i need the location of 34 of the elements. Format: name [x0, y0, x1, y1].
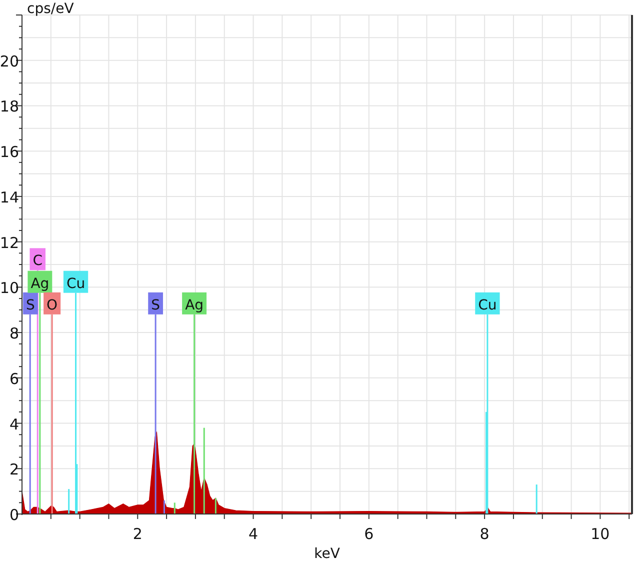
axis-tick-label: 0	[9, 506, 19, 524]
element-label: S	[23, 292, 38, 314]
annotation: Cu	[478, 297, 497, 314]
axis-tick-label: 2	[9, 460, 19, 479]
axis-tick-label: 2	[132, 525, 142, 543]
axis-tick-label: 4	[248, 525, 258, 543]
annotation: Ag	[185, 297, 204, 314]
axis-tick-label: 6	[9, 370, 19, 388]
axis-tick-label: 6	[364, 525, 374, 543]
axis-title: keV	[314, 546, 340, 562]
element-label: O	[44, 292, 61, 314]
element-label: S	[148, 292, 163, 314]
annotation: S	[151, 297, 160, 314]
axis-tick-label: 18	[0, 98, 19, 116]
axis-tick-label: 10	[0, 279, 19, 298]
axis-tick-label: 16	[0, 143, 19, 162]
axis-tick-label: 10	[590, 525, 610, 543]
axis-tick-label: 12	[0, 234, 19, 252]
axis-tick-label: 8	[480, 525, 490, 543]
annotation: S	[26, 297, 35, 314]
axis-tick-label: 14	[0, 188, 19, 206]
annotation: O	[46, 297, 58, 314]
axis-tick-label: 20	[0, 52, 19, 70]
annotation: C	[32, 253, 43, 270]
axis-title: cps/eV	[27, 1, 74, 17]
element-label: Ag	[28, 270, 52, 293]
axis-tick-label: 8	[9, 324, 19, 343]
element-label: C	[30, 248, 46, 270]
element-label: Ag	[182, 292, 207, 314]
element-label: Cu	[475, 292, 500, 314]
annotation: Cu	[66, 276, 86, 292]
annotation: Ag	[30, 276, 50, 292]
axis-tick-label: 4	[9, 415, 19, 434]
element-label: Cu	[63, 270, 88, 293]
